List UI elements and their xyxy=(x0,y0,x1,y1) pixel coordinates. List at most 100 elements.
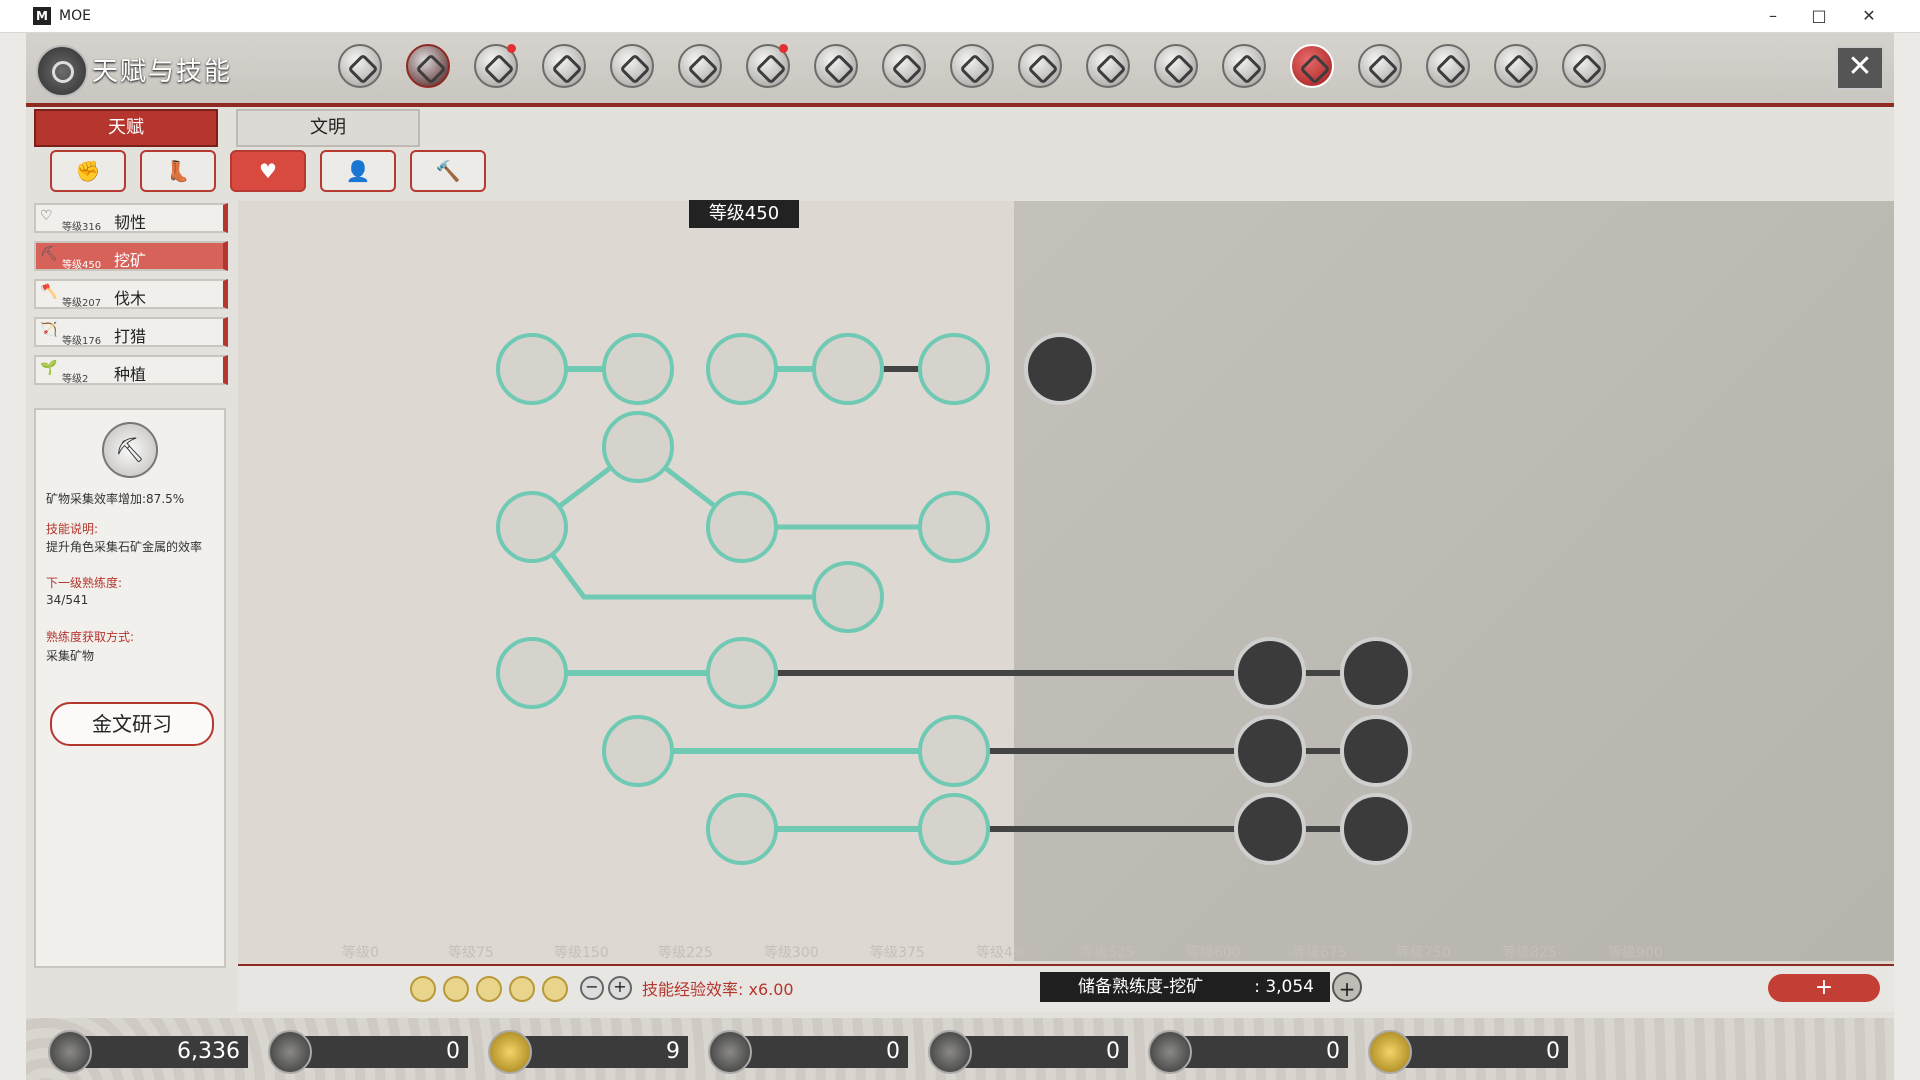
skill-name: 打猎 xyxy=(114,327,147,346)
tree-node-unlocked xyxy=(918,793,990,865)
top-nav-bar: 天赋与技能 ✕ xyxy=(26,33,1894,107)
reserve-proficiency: 储备熟练度-挖矿 : 3,054 xyxy=(1040,972,1330,1002)
quill-icon[interactable] xyxy=(1494,44,1538,88)
skill-row-mining[interactable]: ⛏ 等级450 挖矿 xyxy=(34,241,228,271)
plus-button[interactable]: + xyxy=(608,976,632,1000)
tree-node-unlocked xyxy=(812,561,884,633)
face-icon[interactable] xyxy=(746,44,790,88)
tree-node-locked xyxy=(1340,793,1412,865)
dragon-icon[interactable] xyxy=(814,44,858,88)
coin-icon xyxy=(410,976,436,1002)
tab-civilization[interactable]: 文明 xyxy=(236,109,420,147)
maximize-button[interactable]: □ xyxy=(1796,0,1842,32)
expand-button[interactable]: + xyxy=(1768,974,1880,1002)
tier-label: 等级375 xyxy=(870,944,925,961)
person-category-tab[interactable]: 👤 xyxy=(320,150,396,192)
tier-label: 等级675 xyxy=(1292,944,1347,961)
skill-tree-area: 等级0 等级75 等级150 等级225 等级300 等级375 等级450 等… xyxy=(238,201,1894,1001)
resource-gold: 0 xyxy=(1368,1030,1568,1074)
next-level-value: 34/541 xyxy=(46,593,89,607)
pillar-icon xyxy=(268,1030,312,1074)
fist-category-tab[interactable]: ✊ xyxy=(50,150,126,192)
tier-label: 等级225 xyxy=(658,944,713,961)
skill-row-toughness[interactable]: ♡ 等级316 韧性 xyxy=(34,203,228,233)
tree-node-locked xyxy=(1340,715,1412,787)
app-icon: M xyxy=(33,7,51,25)
sword-icon[interactable] xyxy=(1562,44,1606,88)
altar-icon[interactable] xyxy=(1154,44,1198,88)
hammer-category-tab[interactable]: 🔨 xyxy=(410,150,486,192)
study-button[interactable]: 金文研习 xyxy=(50,702,214,746)
skill-tree: 等级0 等级75 等级150 等级225 等级300 等级375 等级450 等… xyxy=(342,333,1663,961)
tier-label: 等级825 xyxy=(1502,944,1557,961)
resource-value: 6,336 xyxy=(80,1036,248,1068)
codex-icon[interactable] xyxy=(1426,44,1470,88)
tree-node-unlocked xyxy=(706,491,778,563)
tree-bottom-bar: − + 技能经验效率: x6.00 储备熟练度-挖矿 : 3,054 + + xyxy=(238,964,1894,1012)
heart-icon: ♡ xyxy=(40,208,53,224)
skill-row-planting[interactable]: 🌱 等级2 种植 xyxy=(34,355,228,385)
medal-icon[interactable] xyxy=(678,44,722,88)
book-icon[interactable] xyxy=(1018,44,1062,88)
tree-node-unlocked xyxy=(496,333,568,405)
tier-label: 等级0 xyxy=(342,944,379,961)
coin-icon xyxy=(542,976,568,1002)
coin-icon xyxy=(443,976,469,1002)
tree-node-locked xyxy=(1234,637,1306,709)
talent-helmet-icon[interactable] xyxy=(338,44,382,88)
cycle-icon xyxy=(928,1030,972,1074)
tree-node-unlocked xyxy=(918,333,990,405)
beast-icon[interactable] xyxy=(1358,44,1402,88)
tree-node-unlocked xyxy=(706,333,778,405)
reserve-label: 储备熟练度-挖矿 xyxy=(1078,977,1204,997)
skill-row-logging[interactable]: 🪓 等级207 伐木 xyxy=(34,279,228,309)
stack-icon[interactable] xyxy=(1290,44,1334,88)
bird-icon[interactable] xyxy=(610,44,654,88)
heart-category-tab[interactable]: ♥ xyxy=(230,150,306,192)
window-titlebar: M MOE – □ ✕ xyxy=(0,0,1920,33)
close-window-button[interactable]: ✕ xyxy=(1846,0,1892,32)
game-viewport: 天赋与技能 ✕ 天赋 文明 ✊ 👢 ♥ 👤 🔨 ♡ 等级316 韧性 ⛏ 等级4… xyxy=(26,33,1894,1080)
scroll-icon[interactable] xyxy=(950,44,994,88)
resource-value: 0 xyxy=(300,1036,468,1068)
page-title: 天赋与技能 xyxy=(92,57,233,87)
skill-level: 等级207 xyxy=(62,298,102,309)
skills-icon[interactable] xyxy=(406,44,450,88)
family-icon[interactable] xyxy=(1086,44,1130,88)
horse-icon[interactable] xyxy=(474,44,518,88)
notification-dot xyxy=(779,44,788,53)
shield-icon[interactable] xyxy=(542,44,586,88)
next-level-label: 下一级熟练度: xyxy=(46,576,123,590)
tier-label: 等级75 xyxy=(448,944,494,961)
tree-node-unlocked xyxy=(496,491,568,563)
pickaxe-icon: ⛏ xyxy=(40,246,58,262)
category-subtabs: ✊ 👢 ♥ 👤 🔨 xyxy=(50,150,486,192)
skill-row-hunting[interactable]: 🏹 等级176 打猎 xyxy=(34,317,228,347)
add-reserve-button[interactable]: + xyxy=(1332,972,1362,1002)
skill-level: 等级2 xyxy=(62,374,89,385)
map-icon[interactable] xyxy=(882,44,926,88)
spiral-icon xyxy=(488,1030,532,1074)
tier-label: 等级600 xyxy=(1186,944,1241,961)
tab-talent[interactable]: 天赋 xyxy=(34,109,218,147)
tree-node-locked xyxy=(1234,715,1306,787)
resource-anvil: 0 xyxy=(1148,1030,1348,1074)
anvil-icon xyxy=(1148,1030,1192,1074)
gear-icon[interactable] xyxy=(1222,44,1266,88)
minimize-button[interactable]: – xyxy=(1750,0,1796,32)
resource-cluster: 0 xyxy=(708,1030,908,1074)
skill-name: 韧性 xyxy=(114,213,147,232)
tree-node-unlocked xyxy=(706,793,778,865)
locked-nodes[interactable] xyxy=(1024,333,1412,865)
boot-category-tab[interactable]: 👢 xyxy=(140,150,216,192)
description-label: 技能说明: xyxy=(46,522,99,536)
minus-button[interactable]: − xyxy=(580,976,604,1000)
reserve-value: : 3,054 xyxy=(1254,977,1314,997)
tier-label: 等级450 xyxy=(976,944,1031,961)
description-text: 提升角色采集石矿金属的效率 xyxy=(46,540,203,554)
tier-label: 等级300 xyxy=(764,944,819,961)
close-panel-button[interactable]: ✕ xyxy=(1836,46,1884,90)
tree-node-unlocked xyxy=(918,715,990,787)
resource-value: 0 xyxy=(1400,1036,1568,1068)
notification-dot xyxy=(507,44,516,53)
